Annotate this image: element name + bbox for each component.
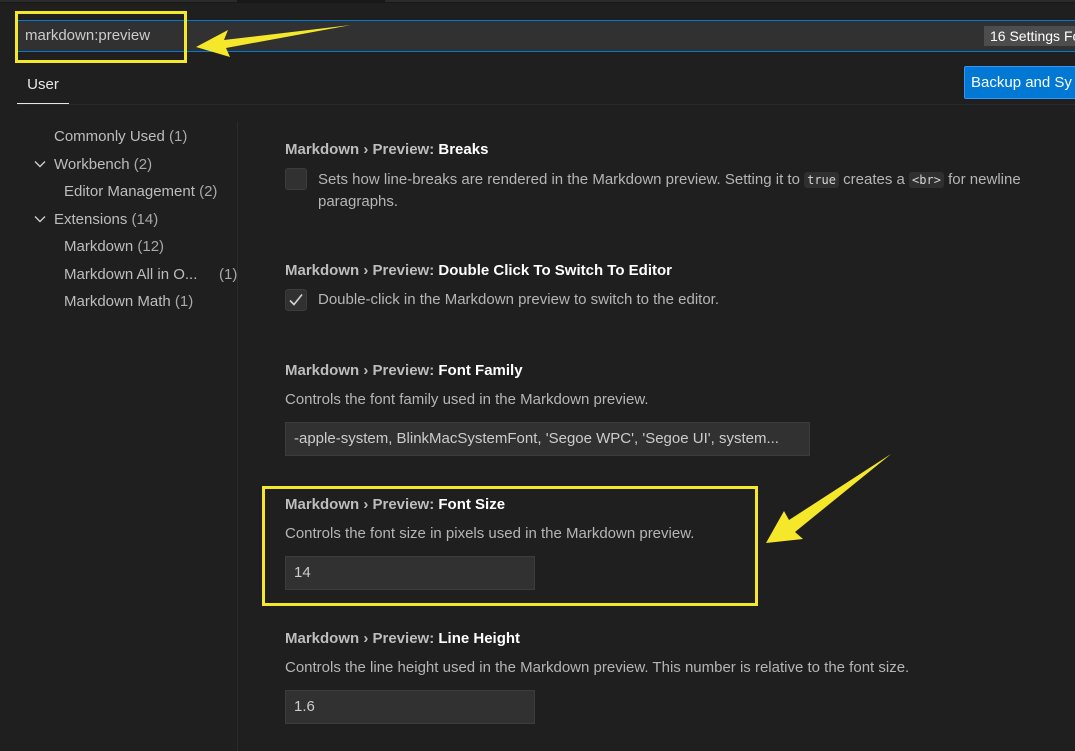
- arrow-icon: [766, 454, 891, 543]
- arrow-icon: [196, 25, 351, 57]
- annotation-arrows: [196, 25, 891, 543]
